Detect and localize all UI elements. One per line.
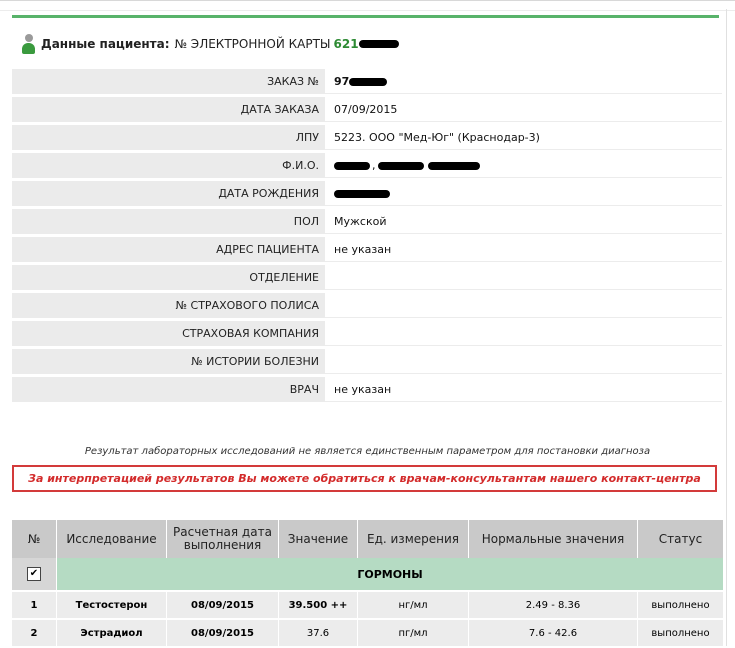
history-value bbox=[325, 349, 722, 374]
row-norm: 7.6 - 42.6 bbox=[468, 619, 638, 648]
doctor-value: не указан bbox=[325, 377, 722, 402]
top-band bbox=[0, 0, 735, 11]
col-norm[interactable]: Нормальные значения bbox=[468, 520, 638, 558]
info-row-order: ЗАКАЗ № 97 bbox=[12, 69, 722, 94]
sex-label: ПОЛ bbox=[12, 209, 325, 234]
order-value: 97 bbox=[325, 69, 722, 94]
group-checkbox[interactable]: ✔ bbox=[27, 567, 41, 581]
history-label: № ИСТОРИИ БОЛЕЗНИ bbox=[12, 349, 325, 374]
order-date-label: ДАТА ЗАКАЗА bbox=[12, 97, 325, 122]
row-status: выполнено bbox=[637, 619, 723, 648]
insurer-value bbox=[325, 321, 722, 346]
table-row: 2 Эстрадиол 08/09/2015 37.6 пг/мл 7.6 - … bbox=[12, 619, 723, 648]
info-row-policy: № СТРАХОВОГО ПОЛИСА bbox=[12, 293, 722, 318]
row-unit: пг/мл bbox=[357, 619, 469, 648]
info-row-address: АДРЕС ПАЦИЕНТА не указан bbox=[12, 237, 722, 262]
card-number: 621 bbox=[333, 37, 359, 51]
dept-value bbox=[325, 265, 722, 290]
consultation-warning-text: За интерпретацией результатов Вы можете … bbox=[28, 472, 701, 485]
patient-header-title: Данные пациента: bbox=[41, 37, 170, 51]
group-name: ГОРМОНЫ bbox=[56, 558, 723, 592]
patient-info-table: ЗАКАЗ № 97 ДАТА ЗАКАЗА 07/09/2015 ЛПУ 52… bbox=[12, 66, 722, 405]
results-header-row: № Исследование Расчетная дата выполнения… bbox=[12, 520, 723, 558]
fio-label: Ф.И.О. bbox=[12, 153, 325, 178]
header-accent-line bbox=[12, 15, 719, 18]
info-row-birth: ДАТА РОЖДЕНИЯ bbox=[12, 181, 722, 206]
row-num: 2 bbox=[12, 619, 57, 648]
card-number-label: № ЭЛЕКТРОННОЙ КАРТЫ bbox=[174, 37, 331, 51]
sex-value: Мужской bbox=[325, 209, 722, 234]
row-date: 08/09/2015 bbox=[166, 619, 279, 648]
row-unit: нг/мл bbox=[357, 591, 469, 620]
birth-value bbox=[325, 181, 722, 206]
row-status: выполнено bbox=[637, 591, 723, 620]
lpu-label: ЛПУ bbox=[12, 125, 325, 150]
dept-label: ОТДЕЛЕНИЕ bbox=[12, 265, 325, 290]
fio-value: , bbox=[325, 153, 722, 178]
lpu-value: 5223. ООО "Мед-Юг" (Краснодар-3) bbox=[325, 125, 722, 150]
info-row-insurer: СТРАХОВАЯ КОМПАНИЯ bbox=[12, 321, 722, 346]
birth-label: ДАТА РОЖДЕНИЯ bbox=[12, 181, 325, 206]
row-date: 08/09/2015 bbox=[166, 591, 279, 620]
col-num[interactable]: № bbox=[12, 520, 57, 558]
policy-label: № СТРАХОВОГО ПОЛИСА bbox=[12, 293, 325, 318]
redaction-mark bbox=[349, 77, 388, 86]
info-row-lpu: ЛПУ 5223. ООО "Мед-Юг" (Краснодар-3) bbox=[12, 125, 722, 150]
info-row-dept: ОТДЕЛЕНИЕ bbox=[12, 265, 722, 290]
address-value: не указан bbox=[325, 237, 722, 262]
redaction-mark bbox=[334, 189, 390, 198]
doctor-label: ВРАЧ bbox=[12, 377, 325, 402]
redaction-mark bbox=[334, 161, 370, 170]
group-row-hormones: ✔ ГОРМОНЫ bbox=[12, 558, 723, 592]
consultation-warning: За интерпретацией результатов Вы можете … bbox=[12, 465, 717, 492]
info-row-doctor: ВРАЧ не указан bbox=[12, 377, 722, 402]
table-row: 1 Тестостерон 08/09/2015 39.500 ++ нг/мл… bbox=[12, 591, 723, 620]
address-label: АДРЕС ПАЦИЕНТА bbox=[12, 237, 325, 262]
redaction-mark bbox=[377, 161, 424, 170]
disclaimer-text: Результат лабораторных исследований не я… bbox=[84, 446, 651, 457]
info-row-sex: ПОЛ Мужской bbox=[12, 209, 722, 234]
info-row-order-date: ДАТА ЗАКАЗА 07/09/2015 bbox=[12, 97, 722, 122]
col-status[interactable]: Статус bbox=[637, 520, 723, 558]
group-checkbox-cell: ✔ bbox=[12, 558, 57, 592]
row-test: Эстрадиол bbox=[56, 619, 167, 648]
row-test: Тестостерон bbox=[56, 591, 167, 620]
info-row-history: № ИСТОРИИ БОЛЕЗНИ bbox=[12, 349, 722, 374]
col-unit[interactable]: Ед. измерения bbox=[357, 520, 469, 558]
col-test[interactable]: Исследование bbox=[56, 520, 167, 558]
redaction-mark bbox=[427, 161, 480, 170]
order-label: ЗАКАЗ № bbox=[12, 69, 325, 94]
info-row-fio: Ф.И.О. , bbox=[12, 153, 722, 178]
results-table: № Исследование Расчетная дата выполнения… bbox=[12, 520, 723, 648]
row-norm: 2.49 - 8.36 bbox=[468, 591, 638, 620]
redaction-mark bbox=[358, 40, 399, 48]
patient-header: Данные пациента: № ЭЛЕКТРОННОЙ КАРТЫ 621 bbox=[21, 32, 399, 56]
insurer-label: СТРАХОВАЯ КОМПАНИЯ bbox=[12, 321, 325, 346]
policy-value bbox=[325, 293, 722, 318]
col-value[interactable]: Значение bbox=[278, 520, 358, 558]
col-date[interactable]: Расчетная дата выполнения bbox=[166, 520, 279, 558]
order-date-value: 07/09/2015 bbox=[325, 97, 722, 122]
person-icon bbox=[21, 34, 36, 54]
row-num: 1 bbox=[12, 591, 57, 620]
page-right-border bbox=[726, 9, 727, 646]
row-value: 37.6 bbox=[278, 619, 358, 648]
row-value: 39.500 ++ bbox=[278, 591, 358, 620]
